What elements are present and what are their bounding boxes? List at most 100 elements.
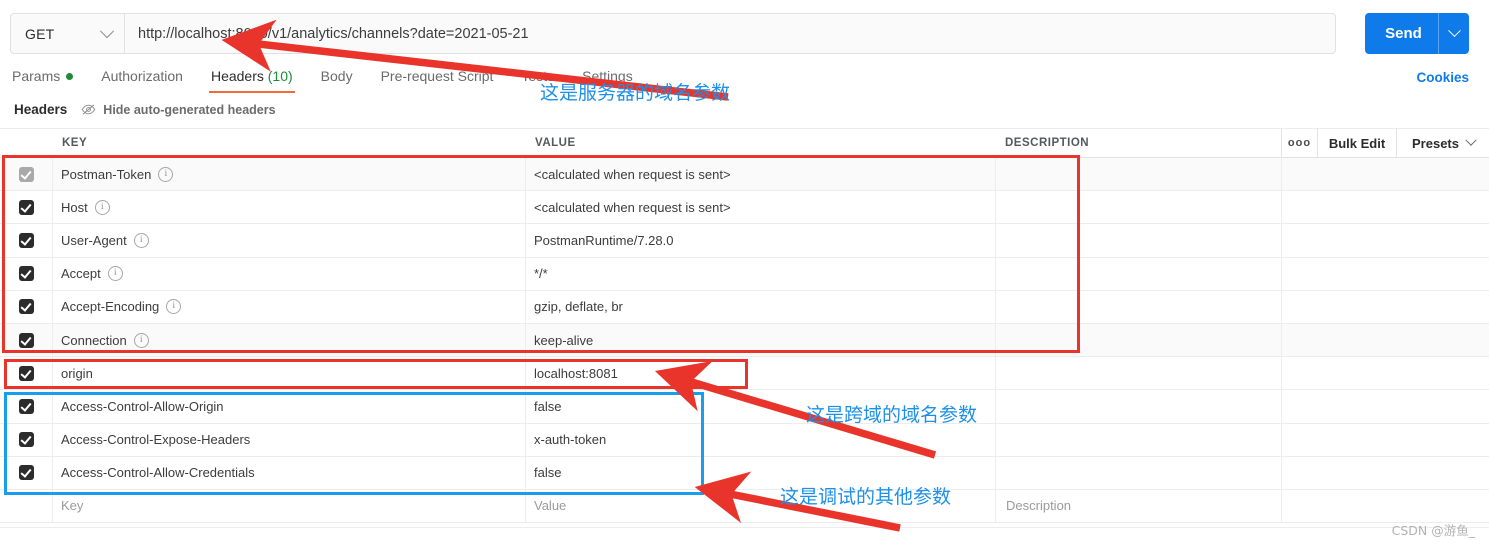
row-description-cell[interactable]	[995, 224, 1281, 257]
row-checkbox[interactable]	[18, 432, 34, 448]
row-key-cell[interactable]: Postman-Token i	[52, 158, 525, 191]
tab-tests[interactable]: Tests	[507, 68, 568, 93]
row-key-cell[interactable]: Accept-Encoding i	[52, 290, 525, 323]
row-checkbox[interactable]	[18, 232, 34, 248]
row-checkbox-cell[interactable]	[0, 199, 52, 215]
headers-table: KEY VALUE DESCRIPTION ooo Bulk Edit Pres…	[0, 128, 1489, 524]
table-row[interactable]: Accept i */*	[0, 257, 1489, 291]
row-key-text: Host	[61, 199, 88, 215]
row-value-text: false	[534, 465, 562, 481]
row-value-cell[interactable]: <calculated when request is sent>	[525, 191, 995, 224]
table-row[interactable]: Access-Control-Expose-Headers x-auth-tok…	[0, 423, 1489, 457]
row-actions-cell	[1281, 257, 1489, 290]
new-row-description-input[interactable]: Description	[995, 489, 1281, 523]
row-key-cell[interactable]: Host i	[52, 191, 525, 224]
row-checkbox-cell[interactable]	[0, 432, 52, 448]
row-description-cell[interactable]	[995, 423, 1281, 456]
url-input[interactable]: http://localhost:8080/v1/analytics/chann…	[125, 14, 1335, 53]
row-description-cell[interactable]	[995, 456, 1281, 489]
row-value-text: <calculated when request is sent>	[534, 199, 731, 215]
row-value-cell[interactable]: false	[525, 456, 995, 489]
row-checkbox[interactable]	[18, 398, 34, 414]
row-value-cell[interactable]: PostmanRuntime/7.28.0	[525, 224, 995, 257]
presets-button[interactable]: Presets	[1396, 128, 1489, 158]
row-key-cell[interactable]: Connection i	[52, 323, 525, 357]
row-key-cell[interactable]: Accept i	[52, 257, 525, 290]
new-row-value-input[interactable]: Value	[525, 489, 995, 523]
row-checkbox-cell[interactable]	[0, 465, 52, 481]
row-key-cell[interactable]: User-Agent i	[52, 224, 525, 257]
row-actions-cell	[1281, 224, 1489, 257]
row-key-cell[interactable]: Access-Control-Allow-Origin	[52, 390, 525, 423]
row-checkbox[interactable]	[18, 332, 34, 348]
table-row[interactable]: Connection i keep-alive	[0, 323, 1489, 358]
row-key-text: Accept	[61, 266, 101, 282]
tab-params[interactable]: Params	[12, 68, 87, 93]
row-description-cell[interactable]	[995, 357, 1281, 390]
tab-settings[interactable]: Settings	[568, 68, 647, 93]
row-checkbox-cell[interactable]	[0, 332, 52, 348]
row-checkbox[interactable]	[18, 166, 34, 182]
row-value-cell[interactable]: localhost:8081	[525, 357, 995, 390]
row-checkbox-cell[interactable]	[0, 266, 52, 282]
row-key-text: Postman-Token	[61, 166, 152, 182]
new-header-row[interactable]: Key Value Description	[0, 489, 1489, 524]
row-checkbox[interactable]	[18, 266, 34, 282]
table-row[interactable]: Postman-Token i <calculated when request …	[0, 158, 1489, 192]
table-row[interactable]: Host i <calculated when request is sent>	[0, 191, 1489, 225]
tab-authorization[interactable]: Authorization	[87, 68, 197, 93]
info-icon[interactable]: i	[133, 232, 149, 248]
info-icon[interactable]: i	[107, 266, 123, 282]
chevron-down-icon	[1447, 24, 1461, 38]
row-checkbox[interactable]	[18, 365, 34, 381]
row-checkbox[interactable]	[18, 199, 34, 215]
info-icon[interactable]: i	[133, 332, 149, 348]
tab-headers-count: (10)	[267, 68, 293, 84]
tab-pre-request-script-label: Pre-request Script	[380, 68, 494, 84]
row-description-cell[interactable]	[995, 290, 1281, 323]
row-description-cell[interactable]	[995, 323, 1281, 357]
row-value-cell[interactable]: <calculated when request is sent>	[525, 158, 995, 191]
row-description-cell[interactable]	[995, 257, 1281, 290]
info-icon[interactable]: i	[158, 166, 174, 182]
hide-auto-generated-headers-toggle[interactable]: Hide auto-generated headers	[81, 103, 276, 117]
table-row[interactable]: origin localhost:8081	[0, 357, 1489, 391]
row-value-cell[interactable]: x-auth-token	[525, 423, 995, 456]
cookies-link[interactable]: Cookies	[1416, 70, 1469, 85]
row-description-cell[interactable]	[995, 158, 1281, 191]
row-value-cell[interactable]: */*	[525, 257, 995, 290]
new-row-key-input[interactable]: Key	[52, 489, 525, 523]
row-checkbox-cell[interactable]	[0, 365, 52, 381]
row-key-cell[interactable]: Access-Control-Expose-Headers	[52, 423, 525, 456]
http-method-select[interactable]: GET	[11, 14, 125, 53]
row-description-cell[interactable]	[995, 191, 1281, 224]
row-actions-cell	[1281, 158, 1489, 191]
row-value-cell[interactable]: gzip, deflate, br	[525, 290, 995, 323]
info-icon[interactable]: i	[94, 199, 110, 215]
more-options-button[interactable]: ooo	[1281, 128, 1317, 158]
row-checkbox-cell[interactable]	[0, 166, 52, 182]
row-key-cell[interactable]: origin	[52, 357, 525, 390]
send-options-button[interactable]	[1439, 24, 1469, 38]
row-checkbox[interactable]	[18, 465, 34, 481]
row-value-cell[interactable]: keep-alive	[525, 323, 995, 357]
table-row[interactable]: Access-Control-Allow-Origin false	[0, 390, 1489, 424]
info-icon[interactable]: i	[166, 299, 182, 315]
tab-pre-request-script[interactable]: Pre-request Script	[367, 68, 508, 93]
row-checkbox[interactable]	[18, 299, 34, 315]
tab-headers[interactable]: Headers (10)	[197, 68, 307, 93]
row-checkbox-cell[interactable]	[0, 232, 52, 248]
new-row-key-placeholder: Key	[61, 498, 84, 514]
row-key-cell[interactable]: Access-Control-Allow-Credentials	[52, 456, 525, 489]
row-checkbox-cell[interactable]	[0, 398, 52, 414]
table-row[interactable]: User-Agent i PostmanRuntime/7.28.0	[0, 224, 1489, 258]
tab-body[interactable]: Body	[307, 68, 367, 93]
table-row[interactable]: Accept-Encoding i gzip, deflate, br	[0, 290, 1489, 324]
send-button[interactable]: Send	[1365, 13, 1469, 54]
bulk-edit-button[interactable]: Bulk Edit	[1317, 128, 1396, 158]
row-value-cell[interactable]: false	[525, 390, 995, 423]
row-description-cell[interactable]	[995, 390, 1281, 423]
table-row[interactable]: Access-Control-Allow-Credentials false	[0, 456, 1489, 490]
row-checkbox-cell[interactable]	[0, 299, 52, 315]
row-key-text: Access-Control-Expose-Headers	[61, 432, 251, 448]
